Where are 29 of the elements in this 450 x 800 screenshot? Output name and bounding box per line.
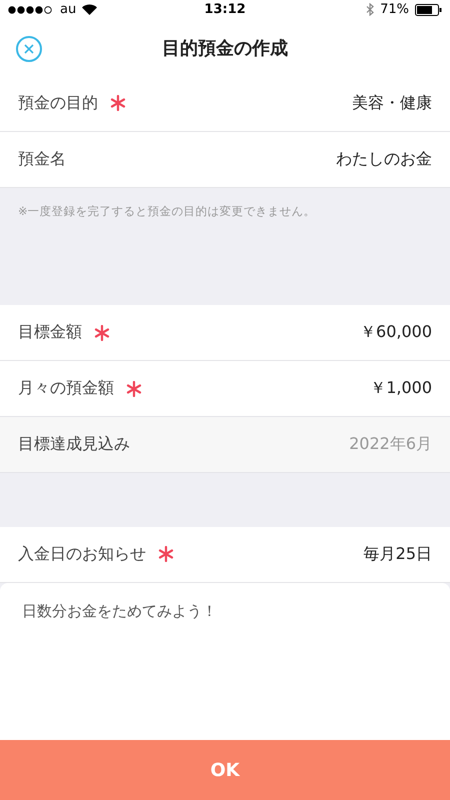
row-label: 入金日のお知らせ <box>18 544 146 565</box>
battery-percent: 71% <box>380 2 409 18</box>
form-row[interactable]: 入金日のお知らせ 毎月25日 <box>0 526 450 582</box>
carrier-name: au <box>60 2 76 18</box>
row-value: 美容・健康 <box>352 92 432 114</box>
wifi-icon <box>82 4 98 16</box>
signal-icon <box>8 6 54 14</box>
row-label: 月々の預金額 <box>18 378 114 400</box>
status-time: 13:12 <box>204 2 246 18</box>
row-value: 2022年6月 <box>349 434 432 456</box>
note-text: ※一度登録を完了すると預金の目的は変更できません。 <box>18 204 316 218</box>
page-title: 目的預金の作成 <box>162 36 288 60</box>
bluetooth-icon <box>366 3 374 16</box>
card-text: 日数分お金をためてみよう！ <box>22 602 217 620</box>
form-row[interactable]: 目標金額 ￥60,000 <box>0 305 450 360</box>
row-value: わたしのお金 <box>336 148 432 170</box>
row-label: 目標金額 <box>18 322 82 344</box>
battery-icon <box>414 4 442 16</box>
form-row[interactable]: 預金名 わたしのお金 <box>0 132 450 187</box>
close-icon <box>24 44 34 54</box>
row-value: 毎月25日 <box>364 544 432 565</box>
row-value: ￥60,000 <box>360 322 432 344</box>
form-row[interactable]: 月々の預金額 ￥1,000 <box>0 361 450 416</box>
row-label: 預金名 <box>18 148 66 170</box>
close-button[interactable] <box>16 36 42 62</box>
row-label: 目標達成見込み <box>18 434 130 456</box>
row-value: ￥1,000 <box>370 378 432 400</box>
row-label: 預金の目的 <box>18 92 98 114</box>
form-row[interactable]: 預金の目的 美容・健康 <box>0 76 450 131</box>
